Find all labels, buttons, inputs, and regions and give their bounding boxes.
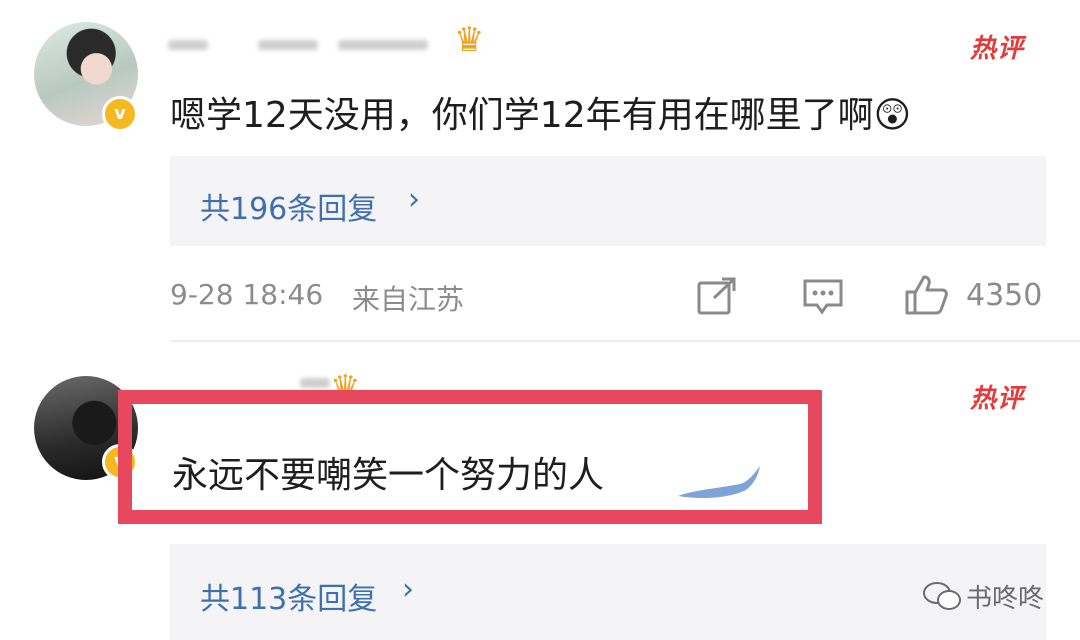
comment-text: 嗯学12天没用，你们学12年有用在哪里了啊😲 [170, 86, 911, 138]
comment-timestamp: 9-28 18:46 [170, 278, 324, 311]
comment-body: 嗯学12天没用，你们学12年有用在哪里了啊 [170, 95, 874, 136]
replies-panel[interactable]: 共113条回复 › [170, 544, 1046, 640]
hot-comment-tag: 热评 [970, 384, 1025, 414]
chevron-right-icon: › [408, 182, 420, 217]
view-replies-link[interactable]: 共113条回复 [200, 574, 377, 618]
verified-badge-icon: v [102, 96, 138, 132]
username-redacted[interactable] [168, 36, 478, 56]
like-count: 4350 [966, 278, 1043, 313]
watermark-text: 书咚咚 [966, 584, 1045, 614]
comment-text: 永远不要嘲笑一个努力的人 [172, 455, 605, 496]
chevron-right-icon: › [402, 572, 414, 607]
crown-icon: ♛ [454, 20, 485, 60]
share-icon[interactable] [696, 276, 738, 316]
hot-comment-tag: 热评 [970, 34, 1025, 64]
surprised-emoji-icon: 😲 [873, 95, 912, 136]
comment-icon[interactable] [802, 278, 844, 316]
view-replies-link[interactable]: 共196条回复 [200, 184, 377, 228]
comment-location: 来自江苏 [352, 283, 465, 316]
divider [170, 340, 1080, 342]
replies-panel[interactable]: 共196条回复 › [170, 156, 1046, 246]
whale-sticker-icon [678, 466, 760, 498]
thumbs-up-icon[interactable] [904, 274, 950, 316]
wechat-icon [923, 582, 961, 610]
